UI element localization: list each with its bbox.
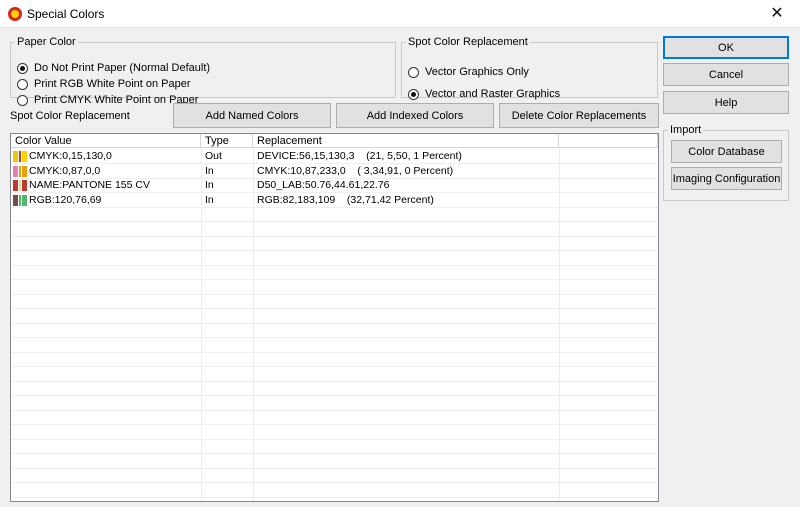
cell-replacement: D50_LAB:50.76,44.61,22.76: [257, 179, 390, 191]
color-swatch-mid: [19, 151, 21, 162]
row-gridline: [11, 250, 658, 251]
row-gridline: [11, 264, 658, 266]
color-swatch-original: [13, 151, 18, 162]
cell-color-value: CMYK:0,15,130,0: [29, 150, 112, 162]
color-swatch-replacement: [22, 151, 27, 162]
color-swatch-mid: [19, 180, 21, 191]
radio-unselected-icon[interactable]: [17, 78, 28, 90]
paper-color-legend: Paper Color: [17, 36, 76, 48]
spot-replacement-legend: Spot Color Replacement: [408, 36, 528, 48]
cell-replacement: CMYK:10,87,233,0 ( 3,34,91, 0 Percent): [257, 164, 454, 177]
column-header-color-value[interactable]: Color Value: [11, 134, 201, 148]
ok-button[interactable]: OK: [663, 36, 789, 59]
table-row[interactable]: RGB:120,76,69 In RGB:82,183,109 (32,71,4…: [11, 193, 658, 208]
row-gridline: [11, 438, 658, 440]
row-gridline: [11, 496, 658, 498]
cancel-button[interactable]: Cancel: [663, 63, 789, 86]
color-swatch-original: [13, 165, 18, 177]
color-swatch-original: [13, 180, 18, 191]
paper-color-group: Paper Color Do Not Print Paper (Normal D…: [10, 36, 396, 106]
row-gridline: [11, 366, 658, 367]
row-gridline: [11, 409, 658, 411]
row-gridline: [11, 467, 658, 469]
title-bar: Special Colors ✕: [0, 0, 800, 28]
close-icon[interactable]: ✕: [754, 0, 800, 28]
app-logo-icon: [8, 7, 22, 21]
cell-type: Out: [205, 150, 222, 162]
radio-label: Do Not Print Paper (Normal Default): [34, 62, 211, 74]
row-gridline: [11, 351, 658, 353]
help-button[interactable]: Help: [663, 91, 789, 114]
color-swatch-replacement: [22, 165, 27, 177]
table-row[interactable]: NAME:PANTONE 155 CV In D50_LAB:50.76,44.…: [11, 178, 658, 193]
cell-replacement: DEVICE:56,15,130,3 (21, 5,50, 1 Percent): [257, 150, 462, 162]
row-gridline: [11, 395, 658, 396]
color-swatch-mid: [19, 194, 21, 206]
row-gridline: [11, 308, 658, 309]
table-header: Color Value Type Replacement: [11, 134, 658, 148]
color-replacement-table[interactable]: Color Value Type Replacement CMYK:0,15,1…: [10, 133, 659, 502]
radio-selected-icon[interactable]: [17, 62, 28, 74]
cell-color-value: CMYK:0,87,0,0: [29, 164, 101, 177]
column-header-replacement[interactable]: Replacement: [253, 134, 559, 148]
radio-do-not-print-paper[interactable]: Do Not Print Paper (Normal Default): [17, 62, 210, 74]
color-database-button[interactable]: Color Database: [671, 140, 782, 163]
color-swatch-original: [13, 194, 18, 206]
add-indexed-colors-button[interactable]: Add Indexed Colors: [336, 103, 494, 128]
row-gridline: [11, 424, 658, 425]
color-swatch-mid: [19, 165, 21, 177]
window-title: Special Colors: [27, 7, 105, 21]
radio-print-rgb-white[interactable]: Print RGB White Point on Paper: [17, 78, 191, 90]
table-row[interactable]: CMYK:0,15,130,0 Out DEVICE:56,15,130,3 (…: [11, 149, 658, 164]
radio-print-cmyk-white[interactable]: Print CMYK White Point on Paper: [17, 94, 198, 106]
row-gridline: [11, 337, 658, 338]
row-gridline: [11, 221, 658, 222]
column-header-type[interactable]: Type: [201, 134, 253, 148]
radio-vector-and-raster[interactable]: Vector and Raster Graphics: [408, 88, 560, 100]
row-gridline: [11, 453, 658, 454]
column-header-empty: [559, 134, 658, 148]
import-legend: Import: [670, 124, 702, 136]
color-swatch-replacement: [22, 180, 27, 191]
cell-color-value: RGB:120,76,69: [29, 193, 102, 206]
radio-vector-only[interactable]: Vector Graphics Only: [408, 66, 529, 78]
radio-selected-icon[interactable]: [408, 88, 419, 100]
radio-label: Vector and Raster Graphics: [425, 88, 561, 100]
row-gridline: [11, 322, 658, 324]
cell-color-value: NAME:PANTONE 155 CV: [29, 179, 150, 191]
add-named-colors-button[interactable]: Add Named Colors: [173, 103, 331, 128]
radio-label: Print RGB White Point on Paper: [34, 78, 191, 90]
cell-type: In: [205, 164, 214, 177]
row-gridline: [11, 293, 658, 295]
color-swatch-replacement: [22, 194, 27, 206]
radio-unselected-icon[interactable]: [408, 66, 419, 78]
cell-replacement: RGB:82,183,109 (32,71,42 Percent): [257, 193, 434, 206]
row-gridline: [11, 482, 658, 483]
radio-unselected-icon[interactable]: [17, 94, 28, 106]
row-gridline: [11, 235, 658, 237]
row-gridline: [11, 279, 658, 280]
cell-type: In: [205, 193, 214, 206]
table-row[interactable]: CMYK:0,87,0,0 In CMYK:10,87,233,0 ( 3,34…: [11, 164, 658, 179]
spot-replacement-group: Spot Color Replacement Vector Graphics O…: [401, 36, 658, 100]
radio-label: Vector Graphics Only: [425, 66, 529, 78]
delete-color-replacements-button[interactable]: Delete Color Replacements: [499, 103, 659, 128]
cell-type: In: [205, 179, 214, 191]
imaging-configuration-button[interactable]: Imaging Configuration: [671, 167, 782, 190]
row-gridline: [11, 380, 658, 382]
spot-color-replacement-label: Spot Color Replacement: [10, 110, 130, 122]
